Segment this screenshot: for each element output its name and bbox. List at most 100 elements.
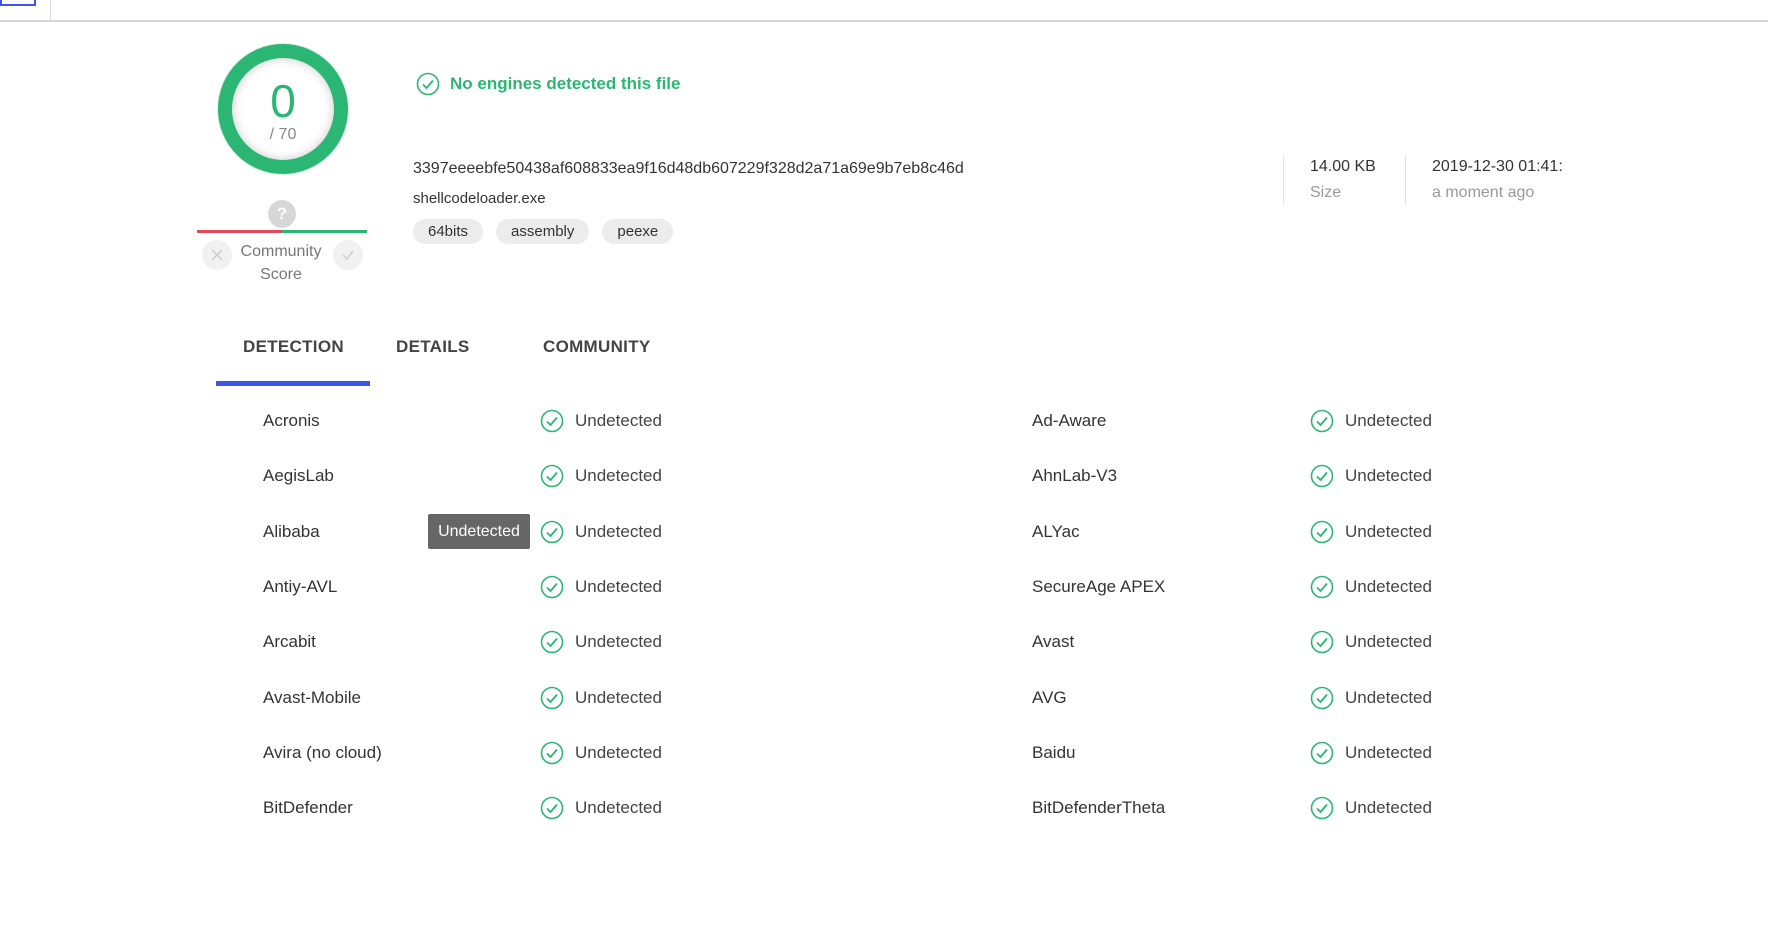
tab-details[interactable]: DETAILS <box>396 337 470 357</box>
detection-result: Undetected <box>540 796 662 820</box>
detection-result: Undetected <box>1310 630 1432 654</box>
top-bar <box>0 0 1768 22</box>
check-circle-icon <box>540 686 564 709</box>
community-score-negative-bar <box>197 230 282 233</box>
detection-result-label: Undetected <box>1345 742 1432 762</box>
detection-result: Undetected <box>540 520 662 544</box>
active-tab-indicator <box>216 381 370 386</box>
tab-community[interactable]: COMMUNITY <box>543 337 651 357</box>
tag-peexe[interactable]: peexe <box>602 219 674 244</box>
table-row: Avira (no cloud) Undetected Baidu Undetecte… <box>0 741 1768 796</box>
engine-total: / 70 <box>269 126 297 143</box>
detection-result: Undetected <box>540 464 662 488</box>
community-score-positive-bar <box>282 230 367 233</box>
check-circle-icon <box>1310 741 1334 765</box>
engine-name: AhnLab-V3 <box>1032 466 1118 486</box>
engine-name: BitDefenderTheta <box>1032 798 1166 818</box>
detection-result: Undetected <box>1310 686 1432 710</box>
detection-result-label: Undetected <box>1345 687 1432 707</box>
detection-result-label: Undetected <box>575 411 662 430</box>
detection-result-label: Undetected <box>575 687 662 707</box>
table-row: BitDefender Undetected BitDefenderTheta Und… <box>0 796 1768 851</box>
logo-fragment[interactable] <box>0 0 36 6</box>
table-row: Alibaba Undetected ALYac Undetected <box>0 520 1768 575</box>
detection-result-label: Undetected <box>575 742 662 762</box>
detection-count: 0 <box>270 75 296 127</box>
check-circle-icon <box>1310 575 1334 599</box>
check-circle-icon <box>540 741 564 765</box>
detection-result-label: Undetected <box>1345 521 1432 541</box>
check-circle-icon <box>1310 630 1334 654</box>
engine-name: Alibaba <box>263 521 320 541</box>
check-circle-icon <box>1310 409 1334 433</box>
tab-detection[interactable]: DETECTION <box>243 337 344 357</box>
engine-name: Acronis <box>263 411 320 430</box>
tooltip: Undetected <box>428 514 530 549</box>
engine-name: SecureAge APEX <box>1032 576 1166 596</box>
detection-result: Undetected <box>1310 409 1432 433</box>
detection-result: Undetected <box>540 575 662 599</box>
community-score-label-line1: Community <box>240 243 322 260</box>
check-circle-icon <box>540 520 564 543</box>
detection-result-label: Undetected <box>1345 411 1432 430</box>
detection-result: Undetected <box>540 409 662 433</box>
detection-result: Undetected <box>540 741 662 765</box>
table-row: Antiy-AVL Undetected SecureAge APEX Undetec… <box>0 575 1768 630</box>
community-score-label-line2: Score <box>260 266 302 283</box>
detection-result-label: Undetected <box>575 576 662 596</box>
table-row: Arcabit Undetected Avast Undetected <box>0 630 1768 685</box>
engine-name: Arcabit <box>263 632 316 652</box>
vote-harmless-button[interactable] <box>333 240 363 270</box>
detection-result: Undetected <box>540 686 662 710</box>
detection-result: Undetected <box>1310 741 1432 765</box>
tag-64bits[interactable]: 64bits <box>413 219 484 244</box>
vote-malicious-button[interactable] <box>202 240 232 270</box>
community-score-help-icon[interactable]: ? <box>268 200 296 228</box>
tag-assembly[interactable]: assembly <box>496 219 590 244</box>
detection-result-label: Undetected <box>575 798 662 818</box>
meta-divider <box>1283 155 1284 205</box>
analysis-date-value: 2019-12-30 01:41: <box>1432 158 1563 175</box>
detection-result-label: Undetected <box>1345 576 1432 596</box>
check-circle-icon <box>540 409 564 433</box>
detection-result-label: Undetected <box>575 632 662 652</box>
table-row: AegisLab Undetected AhnLab-V3 Undetected <box>0 464 1768 519</box>
detection-result-label: Undetected <box>1345 466 1432 486</box>
detection-result: Undetected <box>1310 575 1432 599</box>
engine-name: Antiy-AVL <box>263 576 338 596</box>
check-circle-icon <box>540 575 564 599</box>
file-size-value: 14.00 KB <box>1310 158 1376 175</box>
file-hash[interactable]: 3397eeeebfe50438af608833ea9f16d48db60722… <box>413 160 964 178</box>
community-score-label: Community Score <box>230 240 332 286</box>
no-detection-message: No engines detected this file <box>450 74 681 93</box>
engine-name: Avira (no cloud) <box>263 742 382 762</box>
engine-name: Avast-Mobile <box>263 687 361 707</box>
detection-result: Undetected <box>540 630 662 654</box>
engine-name: AVG <box>1032 687 1067 707</box>
engine-name: Avast <box>1032 632 1075 652</box>
check-circle-icon <box>540 630 564 654</box>
check-circle-icon <box>1310 686 1334 709</box>
top-bar-divider <box>50 0 51 20</box>
table-row: Avast-Mobile Undetected AVG Undetected <box>0 686 1768 741</box>
detection-result: Undetected <box>1310 520 1432 544</box>
no-detection-banner: No engines detected this file <box>416 72 681 96</box>
check-circle-icon <box>416 72 440 96</box>
check-circle-icon <box>1310 796 1334 820</box>
detection-result-label: Undetected <box>1345 798 1432 818</box>
check-circle-icon <box>1310 464 1334 488</box>
meta-divider <box>1405 155 1406 205</box>
engine-name: Ad-Aware <box>1032 411 1107 430</box>
close-icon <box>211 249 223 261</box>
table-row: Acronis Undetected Ad-Aware Undetected <box>0 409 1768 464</box>
detection-result-label: Undetected <box>1345 632 1432 652</box>
check-circle-icon <box>540 464 564 488</box>
detection-result-label: Undetected <box>575 466 662 486</box>
detection-result: Undetected <box>1310 796 1432 820</box>
analysis-date-relative: a moment ago <box>1432 184 1535 201</box>
file-tags: 64bits assembly peexe <box>413 219 674 244</box>
check-icon <box>342 250 354 261</box>
engine-name: ALYac <box>1032 521 1080 541</box>
file-size-label: Size <box>1310 184 1342 201</box>
file-name: shellcodeloader.exe <box>413 190 546 207</box>
